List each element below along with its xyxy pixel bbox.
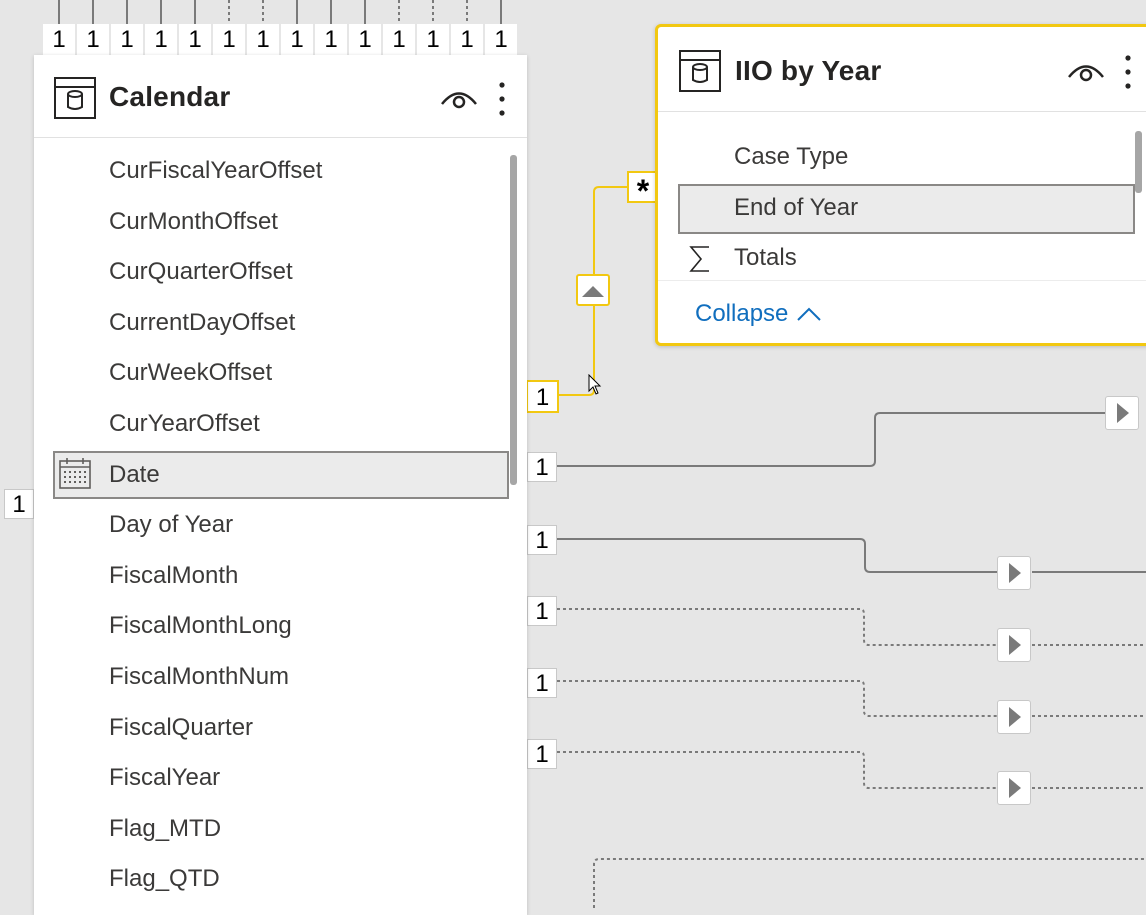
field-label: FiscalMonthLong (109, 612, 292, 640)
model-canvas[interactable]: 1 1 1 1 1 1 1 1 1 1 1 1 1 1 1 1 * 1 1 1 … (0, 0, 1146, 915)
field-label: Flag_MTD (109, 814, 222, 842)
field-row[interactable]: Day of Year (34, 499, 527, 550)
mouse-cursor-icon (588, 374, 602, 395)
filter-direction-arrow-icon[interactable] (1105, 396, 1139, 430)
cardinality-one-badge[interactable]: 1 (111, 24, 143, 56)
filter-direction-arrow-icon[interactable] (997, 556, 1031, 590)
field-label: CurWeekOffset (109, 359, 273, 387)
cardinality-one-badge[interactable]: 1 (527, 596, 557, 626)
field-row-selected[interactable]: End of Year (658, 183, 1146, 234)
eye-icon[interactable] (1067, 58, 1105, 84)
table-title: Calendar (109, 81, 231, 112)
chevron-up-icon (797, 307, 822, 321)
field-label: FiscalMonth (109, 561, 239, 589)
field-row[interactable]: CurrentDayOffset (34, 297, 527, 348)
field-label: FiscalYear (109, 764, 221, 792)
table-title: IIO by Year (735, 55, 882, 86)
field-row[interactable]: CurQuarterOffset (34, 246, 527, 297)
cardinality-one-badge[interactable]: 1 (349, 24, 381, 56)
field-label: Case Type (734, 143, 849, 170)
field-row[interactable]: CurYearOffset (34, 398, 527, 449)
table-card-header[interactable]: Calendar (34, 55, 527, 138)
field-label: CurFiscalYearOffset (109, 157, 323, 184)
cardinality-one-badge[interactable]: 1 (43, 24, 75, 56)
cardinality-one-badge[interactable]: 1 (315, 24, 347, 56)
filter-direction-arrow-icon[interactable] (997, 628, 1031, 662)
cardinality-one-badge[interactable]: 1 (247, 24, 279, 56)
filter-direction-arrow-icon[interactable] (997, 700, 1031, 734)
field-row[interactable]: CurFiscalYearOffset (34, 145, 527, 196)
eye-icon[interactable] (440, 85, 478, 111)
cardinality-one-badge[interactable]: 1 (527, 668, 557, 698)
field-row[interactable]: FiscalMonth (34, 550, 527, 601)
cardinality-one-badge[interactable]: 1 (77, 24, 109, 56)
field-row[interactable]: FiscalQuarter (34, 702, 527, 753)
field-label: Totals (734, 244, 797, 271)
cardinality-one-badge[interactable]: 1 (281, 24, 313, 56)
field-label: CurYearOffset (109, 409, 260, 437)
field-label: Date (109, 460, 160, 488)
field-row[interactable]: Flag_QTD (34, 853, 527, 904)
table-icon (54, 77, 96, 119)
field-label: FiscalMonthNum (109, 662, 290, 690)
field-row[interactable]: Totals (658, 234, 1146, 285)
field-row[interactable]: FiscalYear (34, 752, 527, 803)
cardinality-one-badge[interactable]: 1 (213, 24, 245, 56)
sigma-icon (689, 246, 709, 272)
cardinality-one-badge[interactable]: 1 (485, 24, 517, 56)
more-options-icon[interactable] (497, 81, 507, 117)
cardinality-one-badge[interactable]: 1 (383, 24, 415, 56)
field-label: FiscalQuarter (109, 713, 254, 741)
cardinality-one-badge-highlighted[interactable]: 1 (526, 380, 559, 413)
scrollbar[interactable] (510, 155, 517, 485)
cardinality-one-badge[interactable]: 1 (527, 739, 557, 769)
cardinality-one-badge[interactable]: 1 (179, 24, 211, 56)
cardinality-one-badge[interactable]: 1 (145, 24, 177, 56)
cross-filter-direction-icon[interactable] (576, 274, 610, 306)
scrollbar[interactable] (1135, 131, 1142, 193)
field-row[interactable]: FiscalMonthLong (34, 600, 527, 651)
field-label: CurrentDayOffset (109, 308, 296, 336)
calendar-table-card[interactable]: Calendar CurFiscalYearOffset CurMonthOff… (34, 55, 527, 915)
more-options-icon[interactable] (1123, 54, 1133, 90)
cardinality-one-badge[interactable]: 1 (527, 525, 557, 555)
field-row[interactable]: CurWeekOffset (34, 347, 527, 398)
collapse-label: Collapse (695, 300, 789, 327)
field-label: CurQuarterOffset (109, 258, 293, 286)
field-label: Day of Year (109, 511, 234, 539)
field-row-selected[interactable]: Date (34, 449, 527, 500)
table-card-header[interactable]: IIO by Year (658, 27, 1146, 112)
iio-table-card[interactable]: IIO by Year Case Type End of Year Totals… (655, 24, 1146, 346)
field-label: End of Year (734, 193, 859, 221)
calendar-icon (59, 457, 91, 489)
field-row[interactable]: CurMonthOffset (34, 196, 527, 247)
field-row[interactable]: Case Type (658, 133, 1146, 184)
cardinality-one-badge[interactable]: 1 (527, 452, 557, 482)
field-list: Case Type End of Year Totals (658, 133, 1146, 285)
field-label: Flag_QTD (109, 865, 220, 893)
field-row[interactable]: Flag_MTD (34, 803, 527, 854)
collapse-button[interactable]: Collapse (695, 300, 822, 328)
cardinality-one-badge[interactable]: 1 (451, 24, 483, 56)
field-list: CurFiscalYearOffset CurMonthOffset CurQu… (34, 145, 527, 904)
field-label: CurMonthOffset (109, 207, 278, 235)
cardinality-one-badge[interactable]: 1 (4, 489, 34, 519)
field-row[interactable]: FiscalMonthNum (34, 651, 527, 702)
table-icon (679, 50, 721, 92)
cardinality-one-badge[interactable]: 1 (417, 24, 449, 56)
divider (658, 280, 1146, 281)
filter-direction-arrow-icon[interactable] (997, 771, 1031, 805)
